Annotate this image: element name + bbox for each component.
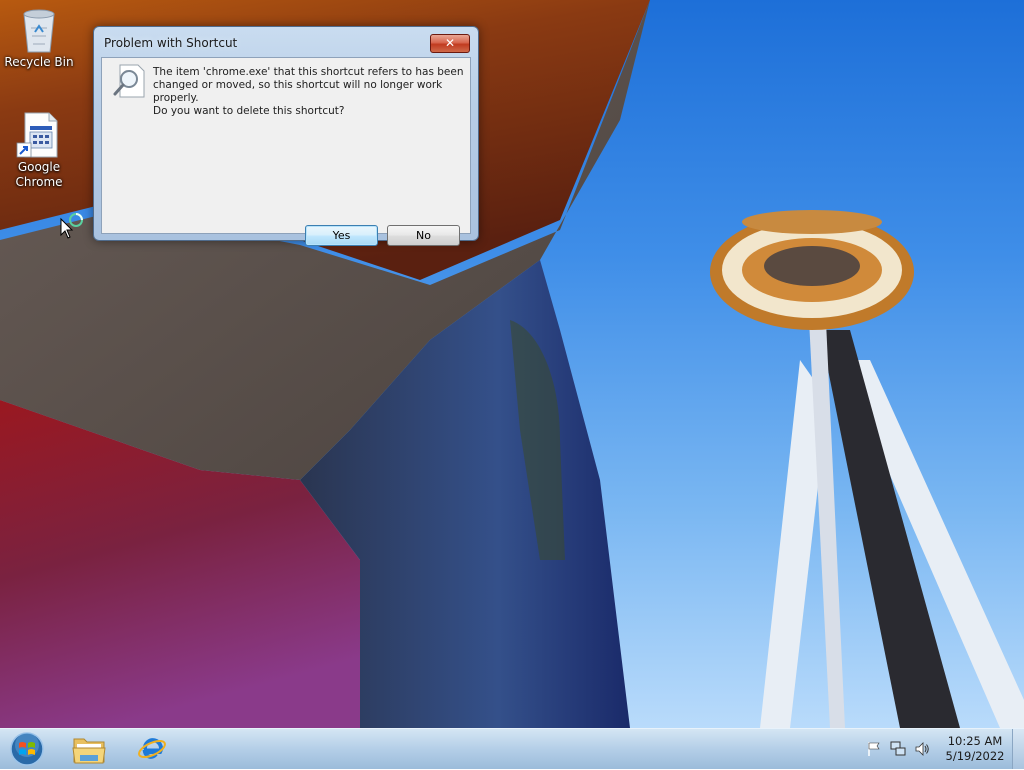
busy-cursor-icon <box>60 211 86 239</box>
recycle-bin-icon <box>15 6 63 54</box>
show-desktop-button[interactable] <box>1012 729 1024 769</box>
no-button[interactable]: No <box>387 225 460 246</box>
dialog-question: Do you want to delete this shortcut? <box>153 105 345 117</box>
windows-orb-icon <box>10 732 44 766</box>
clock-time: 10:25 AM <box>947 734 1003 748</box>
action-center-flag-icon[interactable] <box>866 741 882 757</box>
internet-explorer-icon <box>138 738 166 759</box>
space-needle <box>710 210 1024 728</box>
taskbar: 10:25 AM 5/19/2022 <box>0 728 1024 769</box>
google-chrome-shortcut[interactable]: Google Chrome <box>1 111 77 190</box>
clock[interactable]: 10:25 AM 5/19/2022 <box>940 734 1010 764</box>
dialog-content: The item 'chrome.exe' that this shortcut… <box>101 57 471 246</box>
taskbar-internet-explorer-button[interactable] <box>122 731 180 767</box>
magnifier-document-icon <box>112 64 146 98</box>
clock-date: 5/19/2022 <box>945 749 1005 763</box>
broken-shortcut-icon <box>15 111 63 159</box>
google-chrome-label-line1: Google <box>17 160 61 174</box>
folder-icon <box>72 738 106 764</box>
recycle-bin-label: Recycle Bin <box>4 55 74 69</box>
yes-button[interactable]: Yes <box>305 225 378 246</box>
start-button[interactable] <box>7 731 47 767</box>
problem-with-shortcut-dialog[interactable]: Problem with Shortcut ✕ The item 'chrome… <box>93 26 479 246</box>
volume-icon[interactable] <box>914 741 930 757</box>
close-button[interactable]: ✕ <box>430 34 470 53</box>
recycle-bin-desktop-icon[interactable]: Recycle Bin <box>1 6 77 70</box>
dialog-message: The item 'chrome.exe' that this shortcut… <box>153 66 464 104</box>
network-icon[interactable] <box>890 741 906 757</box>
dialog-titlebar[interactable]: Problem with Shortcut ✕ <box>94 27 478 57</box>
google-chrome-label-line2: Chrome <box>15 175 63 189</box>
taskbar-explorer-button[interactable] <box>60 731 118 767</box>
dialog-title: Problem with Shortcut <box>104 36 238 50</box>
